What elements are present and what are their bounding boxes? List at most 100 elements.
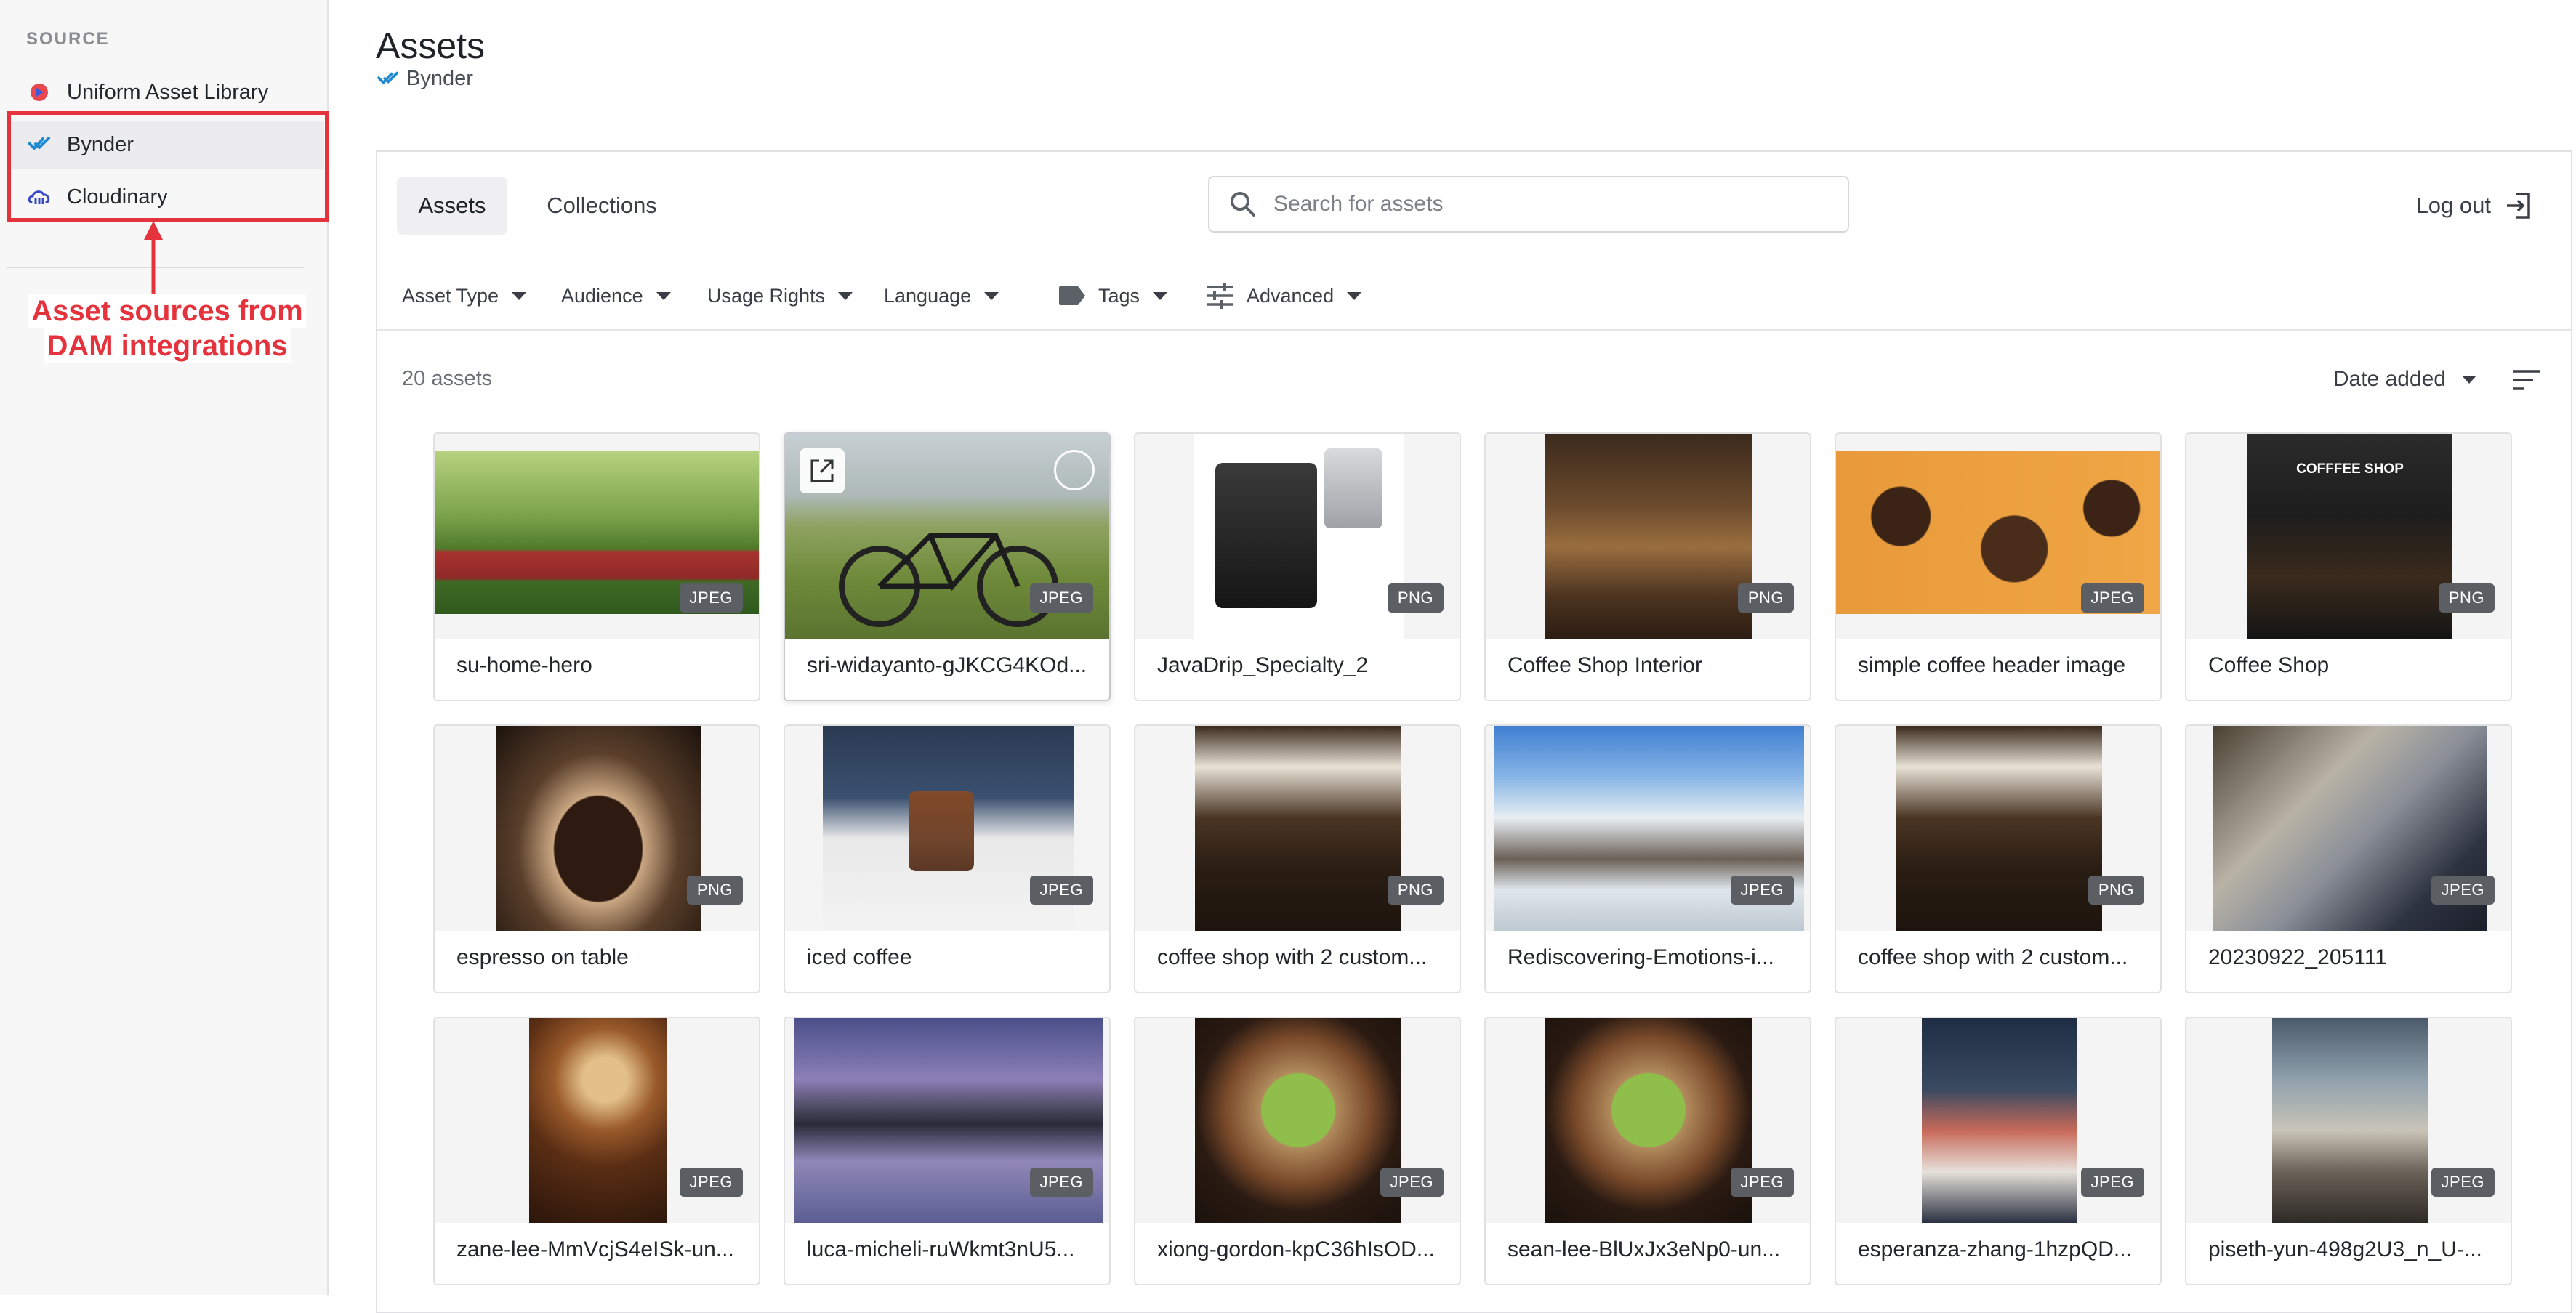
- caret-down-icon: [2462, 375, 2476, 384]
- source-heading: SOURCE: [26, 29, 110, 49]
- asset-title: esperanza-zhang-1hzpQD...: [1858, 1237, 2132, 1261]
- bynder-logo-icon: [376, 70, 401, 89]
- caret-down-icon: [512, 291, 527, 300]
- source-item-cloudinary[interactable]: Cloudinary: [10, 173, 324, 221]
- asset-card[interactable]: JPEG piseth-yun-498g2U3_n_U-...: [2185, 1017, 2512, 1285]
- tab-assets[interactable]: Assets: [397, 177, 507, 235]
- asset-card[interactable]: JPEG luca-micheli-ruWkmt3nU5...: [784, 1017, 1111, 1285]
- file-type-badge: PNG: [1737, 583, 1794, 613]
- search-input[interactable]: [1272, 191, 1827, 217]
- filter-tags[interactable]: Tags: [1058, 274, 1168, 318]
- file-type-badge: JPEG: [1029, 1168, 1093, 1197]
- asset-title: iced coffee: [807, 945, 912, 969]
- tag-icon: [1058, 281, 1087, 310]
- caret-down-icon: [1153, 291, 1168, 300]
- asset-card[interactable]: PNG espresso on table: [433, 724, 760, 993]
- asset-count: 20 assets: [402, 367, 493, 390]
- source-item-label: Uniform Asset Library: [67, 80, 269, 104]
- asset-card[interactable]: JPEG xiong-gordon-kpC36hIsOD...: [1134, 1017, 1461, 1285]
- asset-title: xiong-gordon-kpC36hIsOD...: [1157, 1237, 1435, 1261]
- file-type-badge: JPEG: [1380, 1168, 1444, 1197]
- page-subtitle-text: Bynder: [406, 67, 473, 90]
- asset-card[interactable]: JPEG iced coffee: [784, 724, 1111, 993]
- caret-down-icon: [838, 291, 853, 300]
- asset-title: su-home-hero: [456, 653, 592, 677]
- asset-card[interactable]: PNG JavaDrip_Specialty_2: [1134, 432, 1461, 701]
- asset-card[interactable]: JPEG 20230922_205111: [2185, 724, 2512, 993]
- filter-label: Usage Rights: [707, 284, 826, 307]
- open-external-button[interactable]: [800, 448, 845, 493]
- tab-collections[interactable]: Collections: [516, 177, 688, 235]
- bynder-logo-icon: [26, 132, 52, 158]
- asset-card[interactable]: COFFFEE SHOP PNG Coffee Shop: [2185, 432, 2512, 701]
- file-type-badge: JPEG: [1029, 876, 1093, 905]
- annotation-line-2: DAM integrations: [44, 328, 291, 363]
- filter-audience[interactable]: Audience: [561, 274, 671, 318]
- filter-language[interactable]: Language: [884, 274, 999, 318]
- select-checkbox[interactable]: [1054, 450, 1095, 490]
- caret-down-icon: [656, 291, 671, 300]
- sort-dropdown[interactable]: Date added: [2333, 361, 2476, 397]
- asset-card[interactable]: JPEG su-home-hero: [433, 432, 760, 701]
- filter-label: Asset Type: [402, 284, 499, 307]
- filter-bar: Asset Type Audience Usage Rights Languag…: [377, 274, 2571, 318]
- file-type-badge: JPEG: [2431, 1168, 2495, 1197]
- cloudinary-logo-icon: [26, 184, 52, 210]
- filter-asset-type[interactable]: Asset Type: [402, 274, 527, 318]
- asset-title: Coffee Shop Interior: [1508, 653, 1702, 677]
- page-subtitle: Bynder: [376, 67, 473, 91]
- file-type-badge: PNG: [1387, 876, 1444, 905]
- search-icon: [1231, 192, 1255, 217]
- asset-card[interactable]: JPEG esperanza-zhang-1hzpQD...: [1835, 1017, 2162, 1285]
- file-type-badge: PNG: [686, 876, 743, 905]
- logout-icon: [2507, 193, 2530, 219]
- logout-label: Log out: [2415, 193, 2491, 218]
- asset-card[interactable]: JPEG sean-lee-BlUxJx3eNp0-un...: [1484, 1017, 1811, 1285]
- asset-card[interactable]: PNG Coffee Shop Interior: [1484, 432, 1811, 701]
- file-type-badge: JPEG: [2080, 583, 2144, 613]
- asset-title: JavaDrip_Specialty_2: [1157, 653, 1369, 677]
- asset-title: coffee shop with 2 custom...: [1858, 945, 2128, 969]
- asset-card[interactable]: JPEG zane-lee-MmVcjS4eISk-un...: [433, 1017, 760, 1285]
- asset-card[interactable]: PNG coffee shop with 2 custom...: [1134, 724, 1461, 993]
- filter-label: Language: [884, 284, 972, 307]
- uniform-logo-icon: [26, 79, 52, 105]
- filter-label: Advanced: [1247, 284, 1335, 307]
- search-box[interactable]: [1208, 176, 1849, 233]
- sliders-icon: [1206, 281, 1235, 310]
- file-type-badge: JPEG: [1730, 1168, 1794, 1197]
- source-sidebar: SOURCE Uniform Asset Library Bynder Clou…: [0, 0, 329, 1295]
- asset-title: sri-widayanto-gJKCG4KOd...: [807, 653, 1087, 677]
- file-type-badge: PNG: [2438, 583, 2495, 613]
- asset-title: piseth-yun-498g2U3_n_U-...: [2208, 1237, 2482, 1261]
- filter-advanced[interactable]: Advanced: [1206, 274, 1362, 318]
- file-type-badge: PNG: [1387, 583, 1444, 613]
- filter-usage-rights[interactable]: Usage Rights: [707, 274, 853, 318]
- logout-button[interactable]: Log out: [2416, 184, 2535, 227]
- caret-down-icon: [1347, 291, 1362, 300]
- asset-title: coffee shop with 2 custom...: [1157, 945, 1428, 969]
- source-item-label: Bynder: [67, 132, 134, 156]
- file-type-badge: PNG: [2088, 876, 2144, 905]
- open-external-icon: [810, 459, 834, 482]
- asset-card[interactable]: JPEG simple coffee header image: [1835, 432, 2162, 701]
- source-item-label: Cloudinary: [67, 185, 168, 209]
- caret-down-icon: [984, 291, 999, 300]
- asset-card[interactable]: PNG coffee shop with 2 custom...: [1835, 724, 2162, 993]
- file-type-badge: JPEG: [1029, 583, 1093, 613]
- filter-label: Tags: [1098, 284, 1140, 307]
- asset-title: 20230922_205111: [2208, 945, 2387, 969]
- sort-label: Date added: [2333, 367, 2446, 391]
- asset-card[interactable]: JPEG sri-widayanto-gJKCG4KOd...: [784, 432, 1111, 701]
- asset-card[interactable]: JPEG Rediscovering-Emotions-i...: [1484, 724, 1811, 993]
- source-item-uniform-asset-library[interactable]: Uniform Asset Library: [10, 68, 324, 116]
- file-type-badge: JPEG: [1730, 876, 1794, 905]
- results-header: 20 assets Date added: [377, 329, 2571, 424]
- sort-order-icon[interactable]: [2510, 365, 2543, 395]
- annotation-arrow-icon: [144, 221, 163, 298]
- page-title: Assets: [376, 25, 486, 66]
- filter-label: Audience: [561, 284, 643, 307]
- source-item-bynder[interactable]: Bynder: [10, 121, 324, 169]
- file-type-badge: JPEG: [2431, 876, 2495, 905]
- assets-panel: Assets Collections Log out Asset Type Au…: [376, 150, 2572, 1313]
